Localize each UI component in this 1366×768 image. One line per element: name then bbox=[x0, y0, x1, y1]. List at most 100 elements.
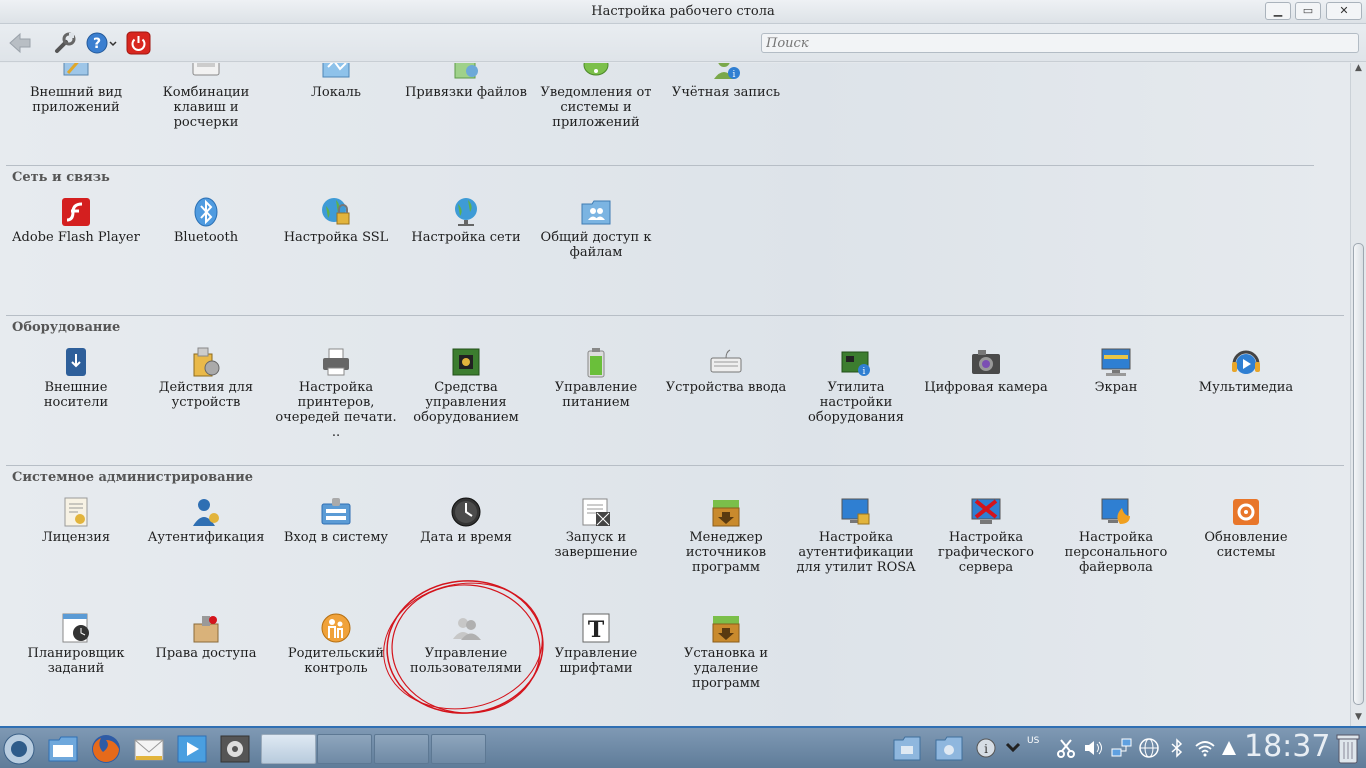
item-date-time[interactable]: Дата и время bbox=[402, 496, 530, 545]
firefox-icon[interactable] bbox=[89, 732, 123, 766]
login-icon bbox=[321, 498, 351, 525]
item-login[interactable]: Вход в систему bbox=[272, 496, 400, 545]
item-authentication[interactable]: Аутентификация bbox=[142, 496, 270, 545]
item-input-devices[interactable]: Устройства ввода bbox=[662, 346, 790, 395]
item-task-scheduler[interactable]: Планировщик заданий bbox=[12, 612, 140, 676]
taskbar: i US 18:37 bbox=[0, 726, 1366, 768]
settings-content: Внешний вид приложений Комбинации клавиш… bbox=[0, 63, 1350, 726]
network-icon[interactable] bbox=[1110, 737, 1132, 759]
install-remove-icon bbox=[712, 616, 740, 643]
item-shortcuts[interactable]: Комбинации клавиш и росчерки bbox=[142, 63, 270, 130]
section-divider bbox=[6, 315, 1344, 316]
pictures-folder-icon[interactable] bbox=[934, 734, 964, 762]
keyboard-layout-indicator[interactable]: US bbox=[1027, 736, 1039, 746]
item-display[interactable]: Экран bbox=[1052, 346, 1180, 395]
removable-media-icon bbox=[66, 348, 86, 376]
item-removable-media[interactable]: Внешние носители bbox=[12, 346, 140, 410]
item-locale[interactable]: Локаль bbox=[272, 63, 400, 100]
item-camera[interactable]: Цифровая камера bbox=[922, 346, 1050, 395]
search-input[interactable] bbox=[761, 33, 1359, 53]
item-bluetooth[interactable]: Bluetooth bbox=[142, 196, 270, 245]
volume-icon[interactable] bbox=[1082, 737, 1104, 759]
item-startup[interactable]: Запуск и завершение bbox=[532, 496, 660, 560]
back-button[interactable] bbox=[7, 31, 33, 55]
scrollbar-thumb[interactable] bbox=[1353, 243, 1364, 705]
item-appearance[interactable]: Внешний вид приложений bbox=[12, 63, 140, 115]
item-printers[interactable]: Настройка принтеров, очередей печати. .. bbox=[272, 346, 400, 440]
scissors-icon[interactable] bbox=[1055, 737, 1077, 759]
mail-icon[interactable] bbox=[132, 732, 166, 766]
item-file-associations[interactable]: Привязки файлов bbox=[402, 63, 530, 100]
close-button[interactable]: ✕ bbox=[1326, 2, 1362, 20]
file-sharing-icon bbox=[581, 200, 611, 225]
item-firewall[interactable]: Настройка персонального файервола bbox=[1052, 496, 1180, 575]
item-device-actions[interactable]: Действия для устройств bbox=[142, 346, 270, 410]
startup-shutdown-icon bbox=[582, 498, 610, 526]
item-fonts[interactable]: T Управление шрифтами bbox=[532, 612, 660, 676]
close-icon: ✕ bbox=[1339, 4, 1349, 17]
item-ssl[interactable]: Настройка SSL bbox=[272, 196, 400, 245]
task-scheduler-icon bbox=[62, 613, 89, 643]
file-associations-icon bbox=[454, 63, 478, 79]
globe-icon[interactable] bbox=[1138, 737, 1160, 759]
license-icon bbox=[64, 497, 88, 527]
window-title: Настройка рабочего стола bbox=[591, 4, 775, 19]
section-title-hardware: Оборудование bbox=[12, 320, 121, 335]
start-menu-icon[interactable] bbox=[2, 732, 36, 766]
item-power[interactable]: Управление питанием bbox=[532, 346, 660, 410]
tray-expand-arrow-icon[interactable] bbox=[1218, 737, 1240, 759]
task-empty[interactable] bbox=[374, 734, 429, 764]
item-multimedia[interactable]: Мультимедиа bbox=[1182, 346, 1310, 395]
printer-icon bbox=[323, 348, 349, 376]
task-desktop-settings[interactable] bbox=[261, 734, 316, 764]
configure-button[interactable] bbox=[52, 31, 78, 55]
item-graphics-server[interactable]: Настройка графического сервера bbox=[922, 496, 1050, 575]
maximize-button[interactable]: ▭ bbox=[1295, 2, 1321, 20]
item-rosa-auth[interactable]: Настройка аутентификации для утилит ROSA bbox=[792, 496, 920, 575]
item-install-remove[interactable]: Установка и удаление программ bbox=[662, 612, 790, 691]
minimize-icon: ▁ bbox=[1273, 4, 1283, 17]
file-manager-icon[interactable] bbox=[46, 732, 80, 766]
item-permissions[interactable]: Права доступа bbox=[142, 612, 270, 661]
info-icon[interactable]: i bbox=[975, 737, 997, 759]
vertical-scrollbar[interactable]: ▲ ▼ bbox=[1350, 63, 1366, 726]
power-icon bbox=[126, 31, 151, 55]
task-empty[interactable] bbox=[431, 734, 486, 764]
keyboard-icon bbox=[710, 349, 742, 373]
svg-text:i: i bbox=[863, 367, 866, 377]
desktop-folder-icon[interactable] bbox=[892, 734, 922, 762]
item-system-update[interactable]: Обновление системы bbox=[1182, 496, 1310, 560]
item-license[interactable]: Лицензия bbox=[12, 496, 140, 545]
item-notifications[interactable]: Уведомления от системы и приложений bbox=[532, 63, 660, 130]
item-user-management[interactable]: Управление пользователями bbox=[402, 612, 530, 676]
bluetooth-tray-icon[interactable] bbox=[1166, 737, 1188, 759]
item-hardware-config[interactable]: i Утилита настройки оборудования bbox=[792, 346, 920, 425]
help-button[interactable]: ? bbox=[85, 31, 119, 55]
item-account[interactable]: i Учётная запись bbox=[662, 63, 790, 100]
item-package-sources[interactable]: Менеджер источников программ bbox=[662, 496, 790, 575]
wifi-icon[interactable] bbox=[1194, 737, 1216, 759]
clock[interactable]: 18:37 bbox=[1244, 729, 1330, 764]
item-parental-control[interactable]: Родительский контроль bbox=[272, 612, 400, 676]
minimize-button[interactable]: ▁ bbox=[1265, 2, 1291, 20]
item-file-sharing[interactable]: Общий доступ к файлам bbox=[532, 196, 660, 260]
system-settings-icon[interactable] bbox=[218, 732, 252, 766]
item-hardware-tools[interactable]: Средства управления оборудованием bbox=[402, 346, 530, 425]
item-flash[interactable]: Adobe Flash Player bbox=[12, 196, 140, 245]
item-network[interactable]: Настройка сети bbox=[402, 196, 530, 245]
task-empty[interactable] bbox=[317, 734, 372, 764]
chevron-down-icon[interactable] bbox=[1002, 737, 1024, 759]
locale-icon bbox=[322, 63, 350, 78]
quit-button[interactable] bbox=[126, 31, 152, 55]
network-globe-icon bbox=[455, 198, 477, 226]
section-divider bbox=[6, 165, 1314, 166]
title-bar: Настройка рабочего стола ▁ ▭ ✕ bbox=[0, 0, 1366, 24]
package-sources-icon bbox=[712, 500, 740, 527]
hardware-tools-icon bbox=[452, 348, 480, 376]
scroll-down-arrow-icon[interactable]: ▼ bbox=[1351, 712, 1366, 726]
section-title-sysadmin: Системное администрирование bbox=[12, 470, 254, 485]
scroll-up-arrow-icon[interactable]: ▲ bbox=[1351, 63, 1366, 77]
media-player-icon[interactable] bbox=[175, 732, 209, 766]
trash-icon[interactable] bbox=[1336, 733, 1360, 765]
rosa-auth-icon bbox=[841, 498, 870, 525]
